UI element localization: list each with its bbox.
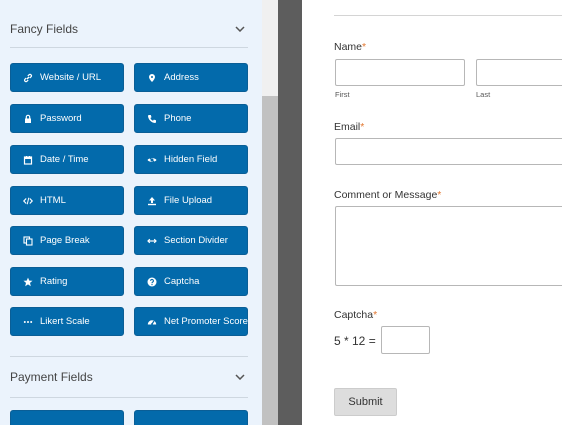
link-icon bbox=[23, 73, 33, 83]
captcha-field-label[interactable]: Captcha* bbox=[334, 309, 377, 321]
name-label-text: Name bbox=[334, 41, 363, 53]
captcha-label: Captcha bbox=[164, 276, 200, 287]
website-url-button[interactable]: Website / URL bbox=[10, 63, 124, 92]
comment-label-text: Comment or Message bbox=[334, 189, 438, 201]
html-label: HTML bbox=[40, 195, 66, 206]
phone-icon bbox=[147, 114, 157, 124]
phone-label: Phone bbox=[164, 113, 192, 124]
tachometer-icon bbox=[147, 317, 157, 327]
payment-field-button[interactable] bbox=[134, 410, 248, 425]
section-divider-label: Section Divider bbox=[164, 235, 228, 246]
password-label: Password bbox=[40, 113, 82, 124]
required-marker: * bbox=[360, 121, 365, 133]
page-break-button[interactable]: Page Break bbox=[10, 226, 124, 255]
captcha-button[interactable]: Captcha bbox=[134, 267, 248, 296]
date-time-button[interactable]: Date / Time bbox=[10, 145, 124, 174]
payment-fields-header[interactable]: Payment Fields bbox=[10, 357, 248, 397]
fancy-fields-title: Fancy Fields bbox=[10, 22, 79, 36]
star-icon bbox=[23, 277, 33, 287]
net-promoter-score-button[interactable]: Net Promoter Score bbox=[134, 307, 248, 336]
chevron-down-icon bbox=[232, 369, 248, 385]
preview-background bbox=[278, 0, 302, 425]
required-marker: * bbox=[362, 41, 367, 53]
chevron-down-icon bbox=[232, 21, 248, 37]
required-marker: * bbox=[373, 309, 378, 321]
first-sublabel: First bbox=[335, 90, 350, 99]
captcha-answer-input[interactable] bbox=[381, 326, 430, 354]
copy-icon bbox=[23, 235, 33, 246]
eye-slash-icon bbox=[147, 155, 157, 165]
section-divider bbox=[10, 47, 248, 48]
likert-scale-button[interactable]: Likert Scale bbox=[10, 307, 124, 336]
code-icon bbox=[23, 196, 33, 206]
arrows-h-icon bbox=[147, 236, 157, 246]
form-top-divider bbox=[334, 15, 562, 16]
map-marker-icon bbox=[147, 73, 157, 83]
comment-field-label[interactable]: Comment or Message* bbox=[334, 189, 441, 201]
section-divider-button[interactable]: Section Divider bbox=[134, 226, 248, 255]
phone-button[interactable]: Phone bbox=[134, 104, 248, 133]
rating-label: Rating bbox=[40, 276, 68, 287]
address-button[interactable]: Address bbox=[134, 63, 248, 92]
last-name-input[interactable] bbox=[476, 59, 562, 86]
page-break-label: Page Break bbox=[40, 235, 90, 246]
email-field-label[interactable]: Email* bbox=[334, 121, 364, 133]
payment-field-button[interactable] bbox=[10, 410, 124, 425]
name-field-label[interactable]: Name* bbox=[334, 41, 366, 53]
email-label-text: Email bbox=[334, 121, 361, 133]
required-marker: * bbox=[437, 189, 442, 201]
scrollbar-thumb[interactable] bbox=[262, 96, 278, 425]
hidden-field-button[interactable]: Hidden Field bbox=[134, 145, 248, 174]
net-promoter-score-label: Net Promoter Score bbox=[164, 316, 248, 327]
last-sublabel: Last bbox=[476, 90, 491, 99]
calendar-icon bbox=[23, 155, 33, 165]
ellipsis-icon bbox=[23, 317, 33, 327]
email-input[interactable] bbox=[335, 138, 562, 165]
question-circle-icon bbox=[147, 277, 157, 287]
submit-button[interactable]: Submit bbox=[334, 388, 397, 416]
first-name-input[interactable] bbox=[335, 59, 465, 86]
captcha-question: 5 * 12 = bbox=[334, 334, 376, 348]
captcha-label-text: Captcha bbox=[334, 309, 374, 321]
payment-fields-title: Payment Fields bbox=[10, 370, 93, 384]
fancy-fields-header[interactable]: Fancy Fields bbox=[10, 9, 248, 49]
section-divider bbox=[10, 397, 248, 398]
lock-icon bbox=[23, 114, 33, 124]
form-preview: Name* First Last Email* Comment or Messa… bbox=[302, 0, 562, 425]
fields-panel: Fancy Fields Website / URL Address Passw… bbox=[0, 0, 262, 425]
rating-button[interactable]: Rating bbox=[10, 267, 124, 296]
address-label: Address bbox=[164, 72, 199, 83]
date-time-label: Date / Time bbox=[40, 154, 89, 165]
html-button[interactable]: HTML bbox=[10, 186, 124, 215]
upload-icon bbox=[147, 196, 157, 206]
comment-textarea[interactable] bbox=[335, 206, 562, 286]
hidden-field-label: Hidden Field bbox=[164, 154, 218, 165]
file-upload-label: File Upload bbox=[164, 195, 213, 206]
password-button[interactable]: Password bbox=[10, 104, 124, 133]
likert-scale-label: Likert Scale bbox=[40, 316, 90, 327]
file-upload-button[interactable]: File Upload bbox=[134, 186, 248, 215]
website-url-label: Website / URL bbox=[40, 72, 102, 83]
